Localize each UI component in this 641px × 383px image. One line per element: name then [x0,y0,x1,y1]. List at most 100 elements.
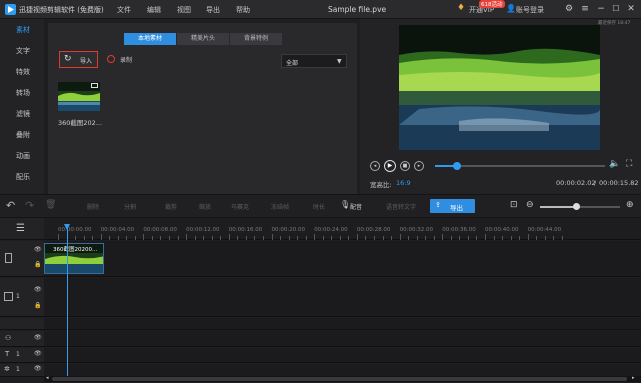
zoom-tool[interactable]: 缩放 [199,202,211,211]
microphone-icon: 🎙 [340,200,351,209]
video-track[interactable]: 360截图20200... [44,241,641,277]
freeze-frame-tool[interactable]: 冻结帧 [271,202,289,211]
login-button[interactable]: 账号登录 [516,5,544,15]
ruler-tick-mark [194,236,196,240]
menu-view[interactable]: 视图 [177,5,191,15]
text-track-icon: T [5,350,10,358]
playhead-handle[interactable] [64,224,70,230]
timeline-video-clip[interactable]: 360截图20200... [44,243,104,274]
scroll-right-icon[interactable]: ▸ [632,375,635,381]
record-button[interactable]: 录制 [120,55,132,64]
prev-frame-icon[interactable]: ◂ [370,161,380,171]
menu-icon[interactable]: ≡ [580,4,590,14]
ruler-tick-label: 00:00:28.00 [356,227,391,233]
track-menu-icon[interactable]: ☰ [16,223,25,234]
pip-track-visibility-icon[interactable]: 👁 [34,286,42,293]
menu-edit[interactable]: 编辑 [147,5,161,15]
duration-tool[interactable]: 时长 [313,202,325,211]
sidebar-item-music[interactable]: 配乐 [0,167,44,188]
video-track-visibility-icon[interactable]: 👁 [34,246,42,253]
chevron-down-icon: ▼ [337,58,342,65]
import-label: 导入 [80,58,93,65]
export-button[interactable]: ⇪ 导出 [430,199,475,213]
title-bar: 迅捷视频剪辑软件 (免费版) 文件 编辑 视图 导出 帮助 Sample fil… [0,0,641,19]
video-track-lock-icon[interactable]: 🔒 [34,261,41,268]
pip-track[interactable] [44,278,641,317]
crop-tool[interactable]: 裁剪 [165,202,177,211]
menu-help[interactable]: 帮助 [236,5,250,15]
timeline-zoom-handle[interactable] [573,203,580,210]
aspect-ratio-value[interactable]: 16:9 [396,179,411,187]
next-frame-icon[interactable]: ▸ [414,161,424,171]
preview-panel: 最近保存 18:47 ◂ ▶ ■ ▸ 🔈 ⛶ 宽高比: 16:9 00:00:0… [360,19,641,194]
effect-track-visibility-icon[interactable]: 👁 [34,334,42,341]
ruler-tick-mark [510,236,512,240]
fit-timeline-icon[interactable]: ⊡ [510,200,518,210]
ruler-tick-mark [450,236,452,240]
sticker-track-visibility-icon[interactable]: 👁 [34,365,42,372]
export-icon: ⇪ [435,201,441,209]
tab-backgrounds[interactable]: 背景特例 [230,33,282,45]
maximize-icon[interactable]: ☐ [611,4,621,14]
close-icon[interactable]: ✕ [626,4,636,14]
tab-intros[interactable]: 精美片头 [177,33,229,45]
timeline-zoom-track[interactable] [540,203,620,210]
media-panel: 本地素材 精美片头 背景特例 ↻ 导入 录制 全部 ▼ 360截图202... [48,23,357,194]
menu-file[interactable]: 文件 [117,5,131,15]
text-track-visibility-icon[interactable]: 👁 [34,350,42,357]
ruler-tick-mark [177,236,179,240]
zoom-out-icon[interactable]: ⊖ [526,200,534,210]
sidebar-item-filters[interactable]: 滤镜 [0,104,44,125]
play-icon[interactable]: ▶ [384,160,396,172]
ruler-tick-mark [553,236,555,240]
ruler-tick-mark [220,236,222,240]
sidebar-item-overlays[interactable]: 叠附 [0,125,44,146]
stop-icon[interactable]: ■ [400,161,410,171]
sidebar-item-transitions[interactable]: 转场 [0,83,44,104]
record-icon[interactable] [107,55,115,63]
import-button[interactable]: ↻ 导入 [59,51,98,68]
tab-local-media[interactable]: 本地素材 [124,33,176,45]
scroll-left-icon[interactable]: ◂ [46,375,49,381]
playback-progress-handle[interactable] [453,162,462,170]
sidebar-item-effects[interactable]: 特效 [0,62,44,83]
settings-icon[interactable]: ⚙ [564,4,574,14]
empty-track[interactable] [44,318,641,330]
mosaic-tool[interactable]: 马赛克 [231,202,249,211]
ruler-tick-mark [262,236,264,240]
delete-tool[interactable]: 删除 [87,202,99,211]
menu-export[interactable]: 导出 [206,5,220,15]
undo-icon[interactable]: ↶ [6,199,15,212]
redo-icon[interactable]: ↷ [25,199,34,212]
text-track[interactable] [44,348,641,363]
media-clip-thumbnail[interactable] [58,82,100,111]
timeline-zoom-fill [540,206,576,208]
minimize-icon[interactable]: − [596,4,606,14]
ruler-tick-label: 00:00:40.00 [485,227,519,233]
effect-track[interactable] [44,331,641,347]
dubbing-tool[interactable]: 配音 [350,202,362,211]
pip-track-icon [4,292,13,301]
timeline: ☰ 00:00:00.00 00:00:04.00 00:00:08.00 00:00… [0,218,641,383]
speech-to-text-tool[interactable]: 语音转文字 [386,202,416,211]
pip-track-lock-icon[interactable]: 🔒 [34,302,41,309]
ruler-tick-mark [83,236,85,240]
ruler-tick-label: 00:00:44.00 [527,227,562,233]
playback-progress-track[interactable] [435,162,605,170]
ruler-tick-mark [237,236,239,240]
zoom-in-icon[interactable]: ⊕ [626,200,634,210]
timeline-scrollbar-thumb[interactable] [52,377,627,381]
volume-icon[interactable]: 🔈 [609,159,620,169]
sidebar-item-animation[interactable]: 动画 [0,146,44,167]
ruler-tick-mark [502,236,504,240]
playhead[interactable] [64,224,70,377]
timeline-scrollbar[interactable]: ◂ ▸ [44,375,641,382]
timeline-ruler[interactable]: 00:00:00.00 00:00:04.00 00:00:08.00 00:00:1… [44,218,641,240]
fullscreen-icon[interactable]: ⛶ [626,159,632,169]
sidebar-item-media[interactable]: 素材 [0,20,44,41]
file-name: Sample file.pve [328,5,387,14]
filter-dropdown[interactable]: 全部 ▼ [281,54,347,68]
split-tool[interactable]: 分割 [124,202,136,211]
sidebar-item-text[interactable]: 文字 [0,41,44,62]
trash-icon[interactable]: 🗑 [45,200,56,210]
